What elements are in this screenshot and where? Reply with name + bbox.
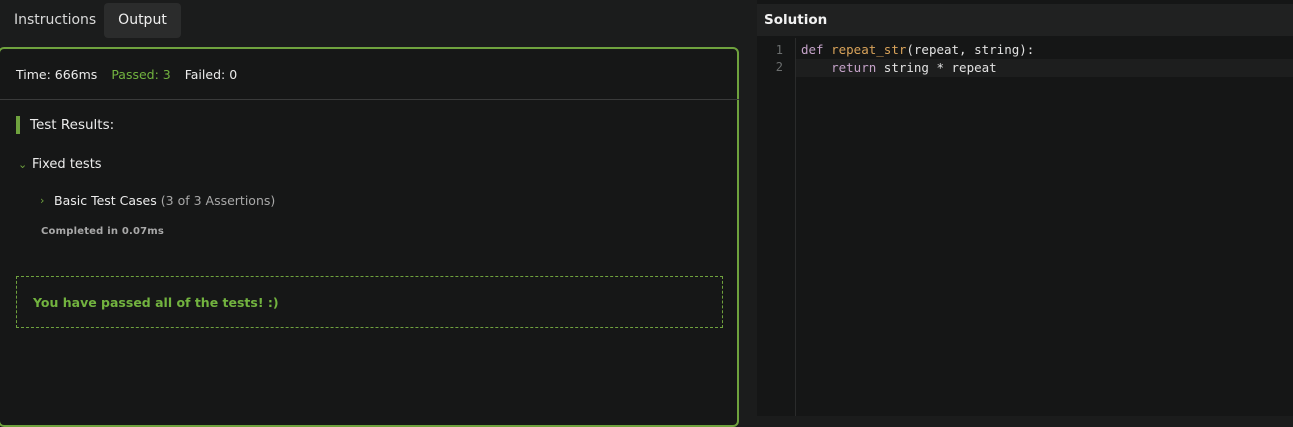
function-name: repeat_str (831, 42, 907, 57)
stats-divider (0, 99, 739, 100)
results-title: Test Results: (30, 117, 115, 133)
run-stats: Time: 666ms Passed: 3 Failed: 0 (16, 66, 247, 84)
keyword-return: return (831, 60, 877, 75)
test-case-label: Basic Test Cases (54, 192, 157, 208)
basic-test-cases-item[interactable]: › Basic Test Cases (3 of 3 Assertions) (40, 191, 275, 209)
fixed-tests-label: Fixed tests (32, 156, 102, 172)
line-number-gutter: 1 2 (757, 38, 796, 416)
code-line-2[interactable]: return string * repeat (796, 59, 1293, 77)
line-number: 1 (775, 43, 783, 57)
failed-stat: Failed: 0 (184, 67, 238, 82)
completed-time: Completed in 0.07ms (41, 226, 165, 237)
results-accent-bar (16, 116, 20, 134)
code-line-1[interactable]: def repeat_str(repeat, string): (796, 41, 1293, 59)
function-params: (repeat, string): (906, 42, 1035, 57)
fixed-tests-group[interactable]: ⌄ Fixed tests (18, 155, 102, 173)
return-expression: string * repeat (876, 60, 997, 75)
output-panel (0, 47, 739, 427)
success-banner: You have passed all of the tests! :) (16, 276, 723, 328)
success-message: You have passed all of the tests! :) (33, 294, 279, 310)
solution-title: Solution (764, 12, 828, 28)
passed-stat: Passed: 3 (111, 67, 171, 82)
tab-output[interactable]: Output (104, 3, 181, 38)
chevron-down-icon: ⌄ (18, 157, 28, 171)
test-results-heading: Test Results: (16, 116, 114, 134)
solution-pane: Solution 1 2 def repeat_str(repeat, stri… (757, 0, 1293, 416)
tab-instructions[interactable]: Instructions (0, 3, 100, 38)
assertion-count: (3 of 3 Assertions) (160, 192, 276, 208)
time-stat: Time: 666ms (16, 67, 98, 82)
code-editor[interactable]: def repeat_str(repeat, string): return s… (796, 38, 1293, 416)
solution-header: Solution (757, 4, 1293, 36)
output-pane: Instructions Output Time: 666ms Passed: … (0, 0, 742, 427)
chevron-right-icon: › (40, 193, 45, 207)
keyword-def: def (801, 42, 824, 57)
line-number: 2 (775, 60, 783, 74)
